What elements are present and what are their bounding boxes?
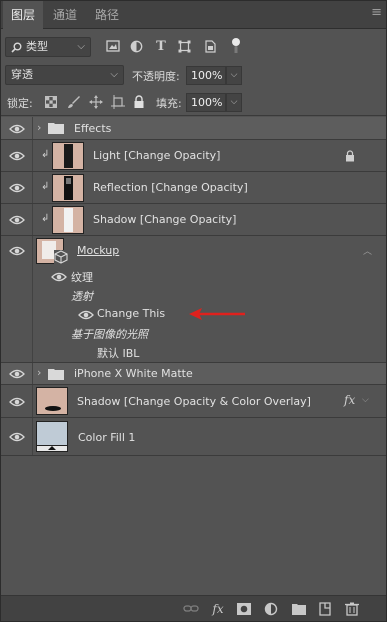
lock-label: 锁定: — [7, 97, 33, 110]
clip-arrow-icon: ↲ — [41, 149, 50, 160]
eye-icon[interactable] — [9, 182, 25, 194]
link-icon[interactable] — [183, 602, 199, 616]
layers-list: › Effects ↲ Light [Change Opacity] ↲ Ref… — [1, 117, 386, 595]
layer-name: Color Fill 1 — [78, 431, 136, 444]
new-layer-icon[interactable] — [317, 602, 333, 616]
panel-footer: fx — [1, 595, 386, 621]
eye-icon[interactable] — [9, 214, 25, 226]
layer-name: Shadow [Change Opacity & Color Overlay] — [77, 395, 311, 408]
layer-mockup[interactable]: Mockup ︿ 纹理 透射 Change This 基于图像的光照 默认 IB… — [1, 236, 386, 363]
opacity-label: 不透明度: — [132, 70, 180, 83]
adjustment-icon[interactable] — [263, 602, 279, 616]
3d-object-icon — [54, 250, 68, 264]
tab-layers[interactable]: 图层 — [3, 1, 44, 30]
lock-row: 锁定: 填充: 100% ⌵ — [1, 92, 386, 114]
blend-mode-value: 穿透 — [11, 68, 33, 81]
smart-object-filter-icon[interactable] — [204, 40, 220, 56]
layer-shadow-clipped[interactable]: ↲ Shadow [Change Opacity] — [1, 204, 386, 236]
layer-name: Mockup — [77, 244, 120, 257]
filter-row: 类型 ⌵ T — [1, 37, 386, 59]
layer-thumbnail — [52, 174, 84, 202]
lock-all-icon[interactable] — [133, 95, 149, 111]
fx-icon[interactable]: fx — [210, 602, 226, 616]
mask-icon[interactable] — [236, 602, 252, 616]
eye-icon[interactable] — [9, 245, 25, 257]
layer-thumbnail — [52, 206, 84, 234]
layer-name: Light [Change Opacity] — [93, 149, 221, 162]
image-filter-icon[interactable] — [106, 40, 122, 56]
search-icon — [11, 42, 22, 53]
folder-icon — [48, 369, 64, 380]
trash-icon[interactable] — [344, 602, 360, 616]
shape-filter-icon[interactable] — [178, 40, 194, 56]
lock-transparent-pixels-icon[interactable] — [45, 96, 61, 112]
clip-arrow-icon: ↲ — [41, 213, 50, 224]
layer-thumbnail — [52, 142, 84, 170]
layer-name: Shadow [Change Opacity] — [93, 213, 237, 226]
type-filter-icon[interactable]: T — [153, 39, 169, 55]
eye-icon[interactable] — [9, 123, 25, 135]
filter-kind-label: 类型 — [26, 40, 48, 53]
layer-group-effects[interactable]: › Effects — [1, 117, 386, 140]
eye-icon[interactable] — [9, 150, 25, 162]
opacity-dropdown-button[interactable]: ⌵ — [226, 66, 242, 85]
layer-name: Reflection [Change Opacity] — [93, 181, 248, 194]
chevron-up-icon[interactable]: ︿ — [363, 244, 372, 257]
layer-thumbnail — [36, 387, 68, 415]
chevron-right-icon[interactable]: › — [37, 121, 41, 134]
eye-icon[interactable] — [78, 309, 94, 321]
lock-position-icon[interactable] — [89, 95, 105, 111]
lock-artboard-icon[interactable] — [111, 95, 127, 111]
layer-name: iPhone X White Matte — [74, 367, 193, 380]
chevron-down-icon: ⌵ — [77, 41, 85, 52]
eye-icon[interactable] — [9, 368, 25, 380]
eye-icon[interactable] — [51, 271, 67, 283]
fill-label: 填充: — [156, 97, 182, 110]
property-image-based-lighting[interactable]: 基于图像的光照 — [71, 326, 148, 342]
chevron-down-icon[interactable]: ⌵ — [362, 395, 369, 405]
fill-dropdown-button[interactable]: ⌵ — [226, 93, 242, 112]
red-arrow-annotation — [189, 308, 245, 320]
layer-light[interactable]: ↲ Light [Change Opacity] — [1, 140, 386, 172]
clip-arrow-icon: ↲ — [41, 181, 50, 192]
color-fill-thumbnail — [36, 421, 68, 452]
layer-reflection[interactable]: ↲ Reflection [Change Opacity] — [1, 172, 386, 204]
lock-icon — [346, 150, 354, 162]
layer-shadow-main[interactable]: Shadow [Change Opacity & Color Overlay] … — [1, 385, 386, 418]
layer-name: Effects — [74, 122, 112, 135]
layer-group-iphone[interactable]: › iPhone X White Matte — [1, 363, 386, 385]
fill-input[interactable]: 100% — [186, 93, 226, 112]
new-group-icon[interactable] — [291, 602, 307, 616]
blend-mode-select[interactable]: 穿透 ⌵ — [5, 65, 124, 85]
property-change-this[interactable]: Change This — [97, 307, 165, 320]
fx-icon[interactable]: fx — [344, 393, 355, 407]
layer-color-fill[interactable]: Color Fill 1 — [1, 418, 386, 456]
filter-toggle-icon[interactable] — [230, 37, 246, 53]
divider — [1, 115, 386, 116]
opacity-input[interactable]: 100% — [186, 66, 226, 85]
triangle-icon — [48, 446, 56, 450]
tab-paths[interactable]: 路径 — [87, 1, 127, 29]
eye-icon[interactable] — [9, 431, 25, 443]
chevron-right-icon[interactable]: › — [37, 366, 41, 379]
property-default-ibl[interactable]: 默认 IBL — [97, 345, 139, 361]
adjustment-filter-icon[interactable] — [130, 40, 146, 56]
blend-row: 穿透 ⌵ 不透明度: 100% ⌵ — [1, 65, 386, 87]
layers-panel: 图层 通道 路径 ≡ 类型 ⌵ T 穿透 ⌵ 不透明度: 100% ⌵ 锁定: — [0, 0, 387, 622]
eye-icon[interactable] — [9, 396, 25, 408]
filter-kind-select[interactable]: 类型 ⌵ — [5, 37, 91, 57]
tab-channels[interactable]: 通道 — [45, 1, 85, 29]
property-transmission[interactable]: 透射 — [71, 288, 93, 304]
panel-tab-bar: 图层 通道 路径 ≡ — [1, 1, 386, 30]
lock-image-pixels-icon[interactable] — [67, 95, 83, 111]
chevron-down-icon: ⌵ — [110, 69, 118, 80]
panel-menu-icon[interactable]: ≡ — [371, 5, 382, 20]
folder-icon — [48, 123, 64, 134]
property-texture[interactable]: 纹理 — [71, 269, 93, 285]
